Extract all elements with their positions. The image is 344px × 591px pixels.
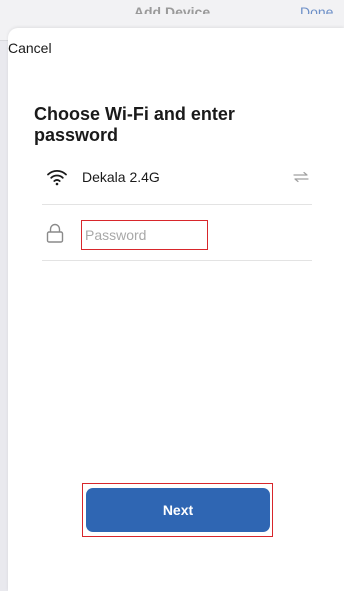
cancel-button[interactable]: Cancel: [8, 40, 52, 56]
switch-network-icon[interactable]: [292, 171, 310, 183]
next-button[interactable]: Next: [86, 488, 270, 532]
background-done-button: Done: [300, 4, 334, 14]
wifi-icon: [47, 170, 67, 186]
password-row: [42, 214, 312, 261]
wifi-setup-sheet: Cancel Choose Wi-Fi and enter password D…: [8, 28, 344, 591]
wifi-network-name: Dekala 2.4G: [82, 169, 160, 185]
password-input[interactable]: [85, 225, 203, 245]
lock-icon: [46, 223, 64, 243]
page-title: Choose Wi-Fi and enter password: [34, 104, 235, 145]
background-screen-title: Add Device: [133, 4, 211, 14]
wifi-network-row[interactable]: Dekala 2.4G: [42, 160, 312, 205]
